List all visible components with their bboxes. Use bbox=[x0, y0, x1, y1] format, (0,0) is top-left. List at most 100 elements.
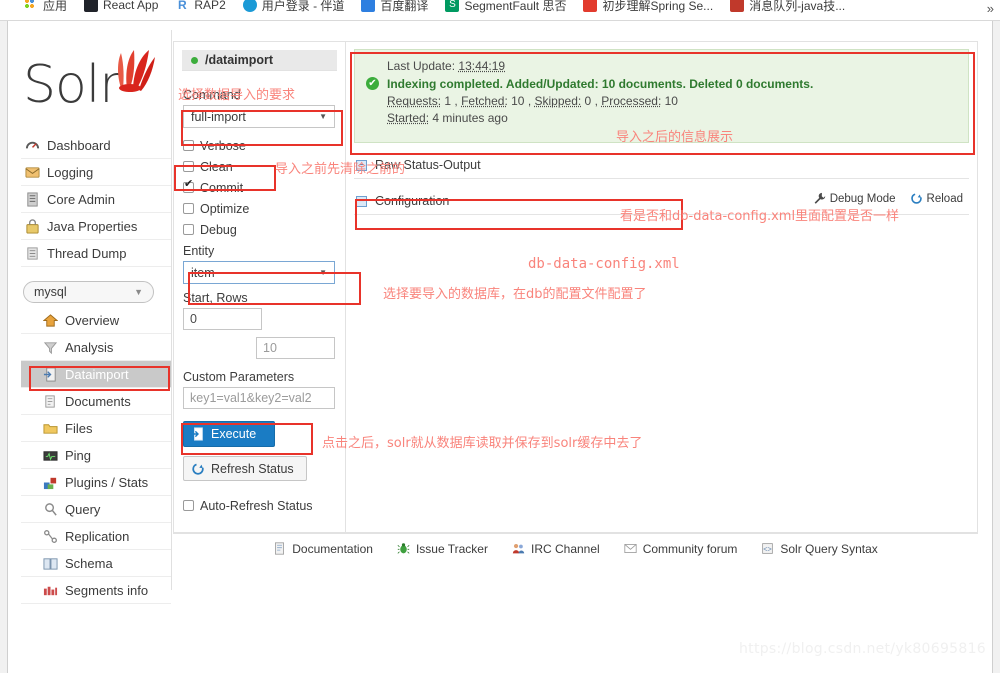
sidebar-item-replication[interactable]: Replication bbox=[21, 523, 171, 550]
sidebar-item-query[interactable]: Query bbox=[21, 496, 171, 523]
sidebar-item-label: Dataimport bbox=[65, 366, 129, 382]
entity-label: Entity bbox=[183, 244, 215, 258]
footer-link-documentation[interactable]: Documentation bbox=[273, 542, 373, 556]
bookmark-item-react-app[interactable]: React App bbox=[84, 0, 158, 12]
sidebar-item-dataimport[interactable]: Dataimport bbox=[21, 361, 171, 388]
bookmark-label: RAP2 bbox=[194, 0, 226, 12]
wrench-icon bbox=[813, 192, 826, 205]
fetched-label: Fetched: bbox=[461, 94, 508, 108]
bookmark-label: 百度翻译 bbox=[380, 0, 429, 13]
raw-status-output-toggle[interactable]: − Raw Status-Output bbox=[354, 152, 969, 179]
bookmark-item-segmentfault[interactable]: S SegmentFault 思否 bbox=[445, 0, 566, 14]
bookmark-label: 用户登录 - 伴道 bbox=[261, 0, 345, 13]
bookmark-item-spring[interactable]: 初步理解Spring Se... bbox=[583, 0, 713, 14]
indexing-result-message: ✔ Indexing completed. Added/Updated: 10 … bbox=[365, 75, 958, 93]
bookmark-label: SegmentFault 思否 bbox=[464, 0, 567, 13]
collapse-minus-icon: − bbox=[356, 195, 367, 207]
commit-checkbox[interactable] bbox=[183, 179, 194, 193]
bookmark-label: 初步理解Spring Se... bbox=[602, 0, 714, 13]
folder-icon bbox=[43, 421, 58, 436]
success-check-icon: ✔ bbox=[366, 77, 379, 90]
last-update-line: Last Update: 13:44:19 bbox=[365, 58, 958, 75]
bookmark-item-baidu-translate[interactable]: 百度翻译 bbox=[361, 0, 428, 14]
bookmark-item-user-login[interactable]: 用户登录 - 伴道 bbox=[242, 0, 345, 14]
chevron-down-icon: ▼ bbox=[319, 268, 327, 277]
sidebar-item-label: Logging bbox=[47, 164, 94, 180]
sidebar-item-ping[interactable]: Ping bbox=[21, 442, 171, 469]
dataimport-icon bbox=[43, 366, 58, 382]
sidebar-item-plugins-stats[interactable]: Plugins / Stats bbox=[21, 469, 171, 496]
debug-checkbox[interactable] bbox=[183, 224, 194, 235]
debug-checkbox-row[interactable]: Debug bbox=[183, 219, 336, 240]
bookmark-item-apps[interactable]: 应用 bbox=[24, 0, 67, 14]
bookmark-icon bbox=[730, 0, 745, 12]
clean-checkbox[interactable] bbox=[183, 161, 194, 172]
command-select[interactable]: full-import ▼ bbox=[183, 105, 335, 128]
annotation-text-entity: 选择要导入的数据库，在db的配置文件配置了 bbox=[383, 287, 647, 302]
plugins-icon bbox=[43, 475, 58, 490]
sidebar-item-thread-dump[interactable]: Thread Dump bbox=[21, 240, 171, 267]
debug-label: Debug bbox=[200, 222, 237, 237]
footer-link-issue-tracker[interactable]: Issue Tracker bbox=[397, 542, 488, 556]
verbose-label: Verbose bbox=[200, 138, 246, 153]
sidebar-item-documents[interactable]: Documents bbox=[21, 388, 171, 415]
sidebar-item-analysis[interactable]: Analysis bbox=[21, 334, 171, 361]
footer-link-irc-channel[interactable]: IRC Channel bbox=[512, 542, 600, 556]
configuration-actions: Debug Mode Reload bbox=[813, 192, 963, 205]
footer-link-label: Solr Query Syntax bbox=[780, 541, 878, 556]
chevron-down-icon: ▼ bbox=[134, 287, 143, 297]
refresh-icon bbox=[191, 462, 205, 476]
core-selector[interactable]: mysql ▼ bbox=[23, 281, 154, 303]
commit-label: Commit bbox=[200, 180, 244, 195]
core-admin-icon bbox=[25, 191, 40, 207]
processed-label: Processed: bbox=[601, 94, 662, 108]
sidebar-item-files[interactable]: Files bbox=[21, 415, 171, 442]
sidebar-item-label: Files bbox=[65, 420, 93, 436]
entity-select[interactable]: item ▼ bbox=[183, 261, 335, 284]
started-label: Started: bbox=[387, 111, 430, 125]
auto-refresh-row[interactable]: Auto-Refresh Status bbox=[183, 495, 336, 516]
sidebar-main-nav: Dashboard Logging Core Admin Java Proper… bbox=[9, 132, 171, 267]
commit-checkbox-row[interactable]: Commit bbox=[183, 177, 336, 198]
execute-button[interactable]: Execute bbox=[183, 421, 275, 447]
bookmark-item-rap2[interactable]: R RAP2 bbox=[175, 0, 226, 12]
debug-mode-button[interactable]: Debug Mode bbox=[813, 192, 896, 205]
sidebar-item-label: Segments info bbox=[65, 582, 149, 598]
sidebar-item-java-properties[interactable]: Java Properties bbox=[21, 213, 171, 240]
verbose-checkbox[interactable] bbox=[183, 140, 194, 151]
fetched-value: 10 bbox=[511, 94, 525, 108]
browser-bookmark-bar: 应用 React App R RAP2 用户登录 - 伴道 百度翻译 S Seg… bbox=[0, 0, 1000, 21]
footer-link-solr-query-syntax[interactable]: <> Solr Query Syntax bbox=[761, 541, 878, 556]
core-selector-value: mysql bbox=[34, 285, 67, 299]
annotation-text-config-file: db-data-config.xml bbox=[528, 256, 680, 272]
sidebar-item-segments-info[interactable]: Segments info bbox=[21, 577, 171, 604]
annotation-text-command: 选择数据导入的要求 bbox=[178, 88, 296, 103]
magnifier-icon bbox=[43, 502, 58, 517]
requests-value: 1 bbox=[444, 94, 452, 108]
rows-input[interactable]: 10 bbox=[256, 337, 335, 359]
bookmark-label: React App bbox=[103, 0, 159, 12]
optimize-checkbox-row[interactable]: Optimize bbox=[183, 198, 336, 219]
sidebar-item-overview[interactable]: Overview bbox=[21, 307, 171, 334]
refresh-status-button[interactable]: Refresh Status bbox=[183, 456, 307, 481]
code-icon: <> bbox=[761, 542, 774, 555]
counters-line: Requests: 1 , Fetched: 10 , Skipped: 0 ,… bbox=[387, 94, 678, 108]
bookmark-item-mq-java[interactable]: 消息队列-java技... bbox=[730, 0, 845, 14]
bookmark-label: 消息队列-java技... bbox=[749, 0, 846, 13]
annotation-text-execute: 点击之后，solr就从数据库读取并保存到solr缓存中去了 bbox=[322, 436, 643, 451]
book-icon bbox=[43, 556, 58, 571]
start-input[interactable]: 0 bbox=[183, 308, 262, 330]
bookmark-overflow-button[interactable]: » bbox=[987, 1, 994, 16]
sidebar-item-logging[interactable]: Logging bbox=[21, 159, 171, 186]
footer-links: Documentation Issue Tracker IRC Channel … bbox=[173, 533, 978, 563]
sidebar-item-schema[interactable]: Schema bbox=[21, 550, 171, 577]
replication-icon bbox=[43, 529, 58, 544]
footer-link-community-forum[interactable]: Community forum bbox=[624, 542, 737, 556]
sidebar-item-core-admin[interactable]: Core Admin bbox=[21, 186, 171, 213]
optimize-checkbox[interactable] bbox=[183, 203, 194, 214]
sidebar-item-dashboard[interactable]: Dashboard bbox=[21, 132, 171, 159]
custom-parameters-input[interactable]: key1=val1&key2=val2 bbox=[183, 387, 335, 409]
auto-refresh-checkbox[interactable] bbox=[183, 500, 194, 511]
verbose-checkbox-row[interactable]: Verbose bbox=[183, 135, 336, 156]
reload-button[interactable]: Reload bbox=[910, 192, 963, 205]
